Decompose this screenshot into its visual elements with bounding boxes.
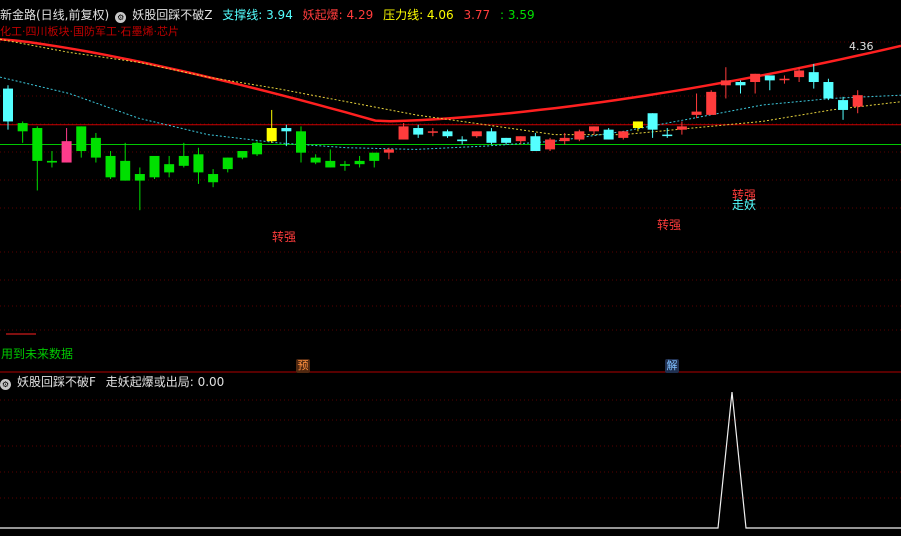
indicator-name: 妖股回踩不破Z [132,8,213,22]
candle-body [339,164,350,166]
pressure-value: 压力线: 4.06 [383,8,454,22]
candle-body [838,100,849,110]
candle-body [603,129,614,140]
level-lines [0,124,901,335]
candle-body [76,126,87,152]
candle-body [632,121,643,129]
chart-canvas[interactable] [0,0,901,536]
candle-body [515,136,526,142]
candle-body [369,152,380,161]
high-price-label: 4.36 [849,40,874,53]
candle-body [149,155,160,178]
candle-body [427,131,438,133]
candle-body [383,149,394,153]
candle-body [134,174,145,181]
candle-body [310,157,321,163]
candle-body [794,70,805,78]
candle-body [559,137,570,142]
candle-body [193,154,204,173]
support-value: 支撑线: 3.94 [222,8,293,22]
candle-body [413,128,424,135]
candle-body [17,123,28,132]
candle-body [735,82,746,86]
candle-body [46,160,57,163]
value-a: 3.77 [463,8,491,22]
candle-body [354,160,365,165]
candle-body [750,73,761,83]
candle-body [471,131,482,137]
gear-icon[interactable]: ⚙ [0,379,11,390]
sub-indicator-name: 妖股回踩不破F [17,375,96,389]
candle-body [779,78,790,81]
candle-body [208,174,219,183]
candle-body [618,131,629,138]
candle-body [281,128,292,132]
candle-body [691,111,702,115]
candle-body [662,134,673,137]
sol-tag[interactable]: 解 [665,359,679,373]
candle-body [61,141,72,163]
candle-body [486,131,497,143]
candle-body [398,126,409,140]
candle-body [808,72,819,83]
candle-body [720,80,731,86]
candle-body [574,131,585,140]
candle-body [501,137,512,143]
candle-body [222,157,233,170]
candle-body [676,126,687,130]
candle-body [442,131,453,137]
go-demon-label: 走妖 [732,198,757,212]
turn-strong-label-1: 转强 [272,230,297,244]
ma-cyan-line [0,76,901,150]
pre-tag[interactable]: 预 [296,359,310,373]
candle-body [296,131,306,153]
signal-value: 走妖起爆或出局: 0.00 [105,375,225,389]
gear-icon[interactable]: ⚙ [115,12,127,23]
candle-body [545,139,556,150]
candle-body [589,126,599,132]
turn-strong-label-2: 转强 [657,218,682,232]
sub-header: ⚙ 妖股回踩不破F 走妖起爆或出局: 0.00 [0,373,230,391]
sector-tags: 化工·四川板块·国防军工·石墨烯·芯片 [0,23,185,41]
candle-body [266,128,277,142]
candle-body [457,139,468,142]
candle-body [325,160,336,168]
candle-body [120,160,131,181]
main-header: 新金路(日线,前复权) ⚙ 妖股回踩不破Z 支撑线: 3.94 妖起爆: 4.29 … [0,6,541,24]
signal-line [0,391,901,529]
candle-body [530,136,541,152]
grid-lines [0,41,901,499]
candle-body [706,91,717,115]
candle-body [32,128,43,161]
candle-body [764,75,775,81]
candle-body [90,137,101,158]
candle-body [237,151,248,158]
future-data-warning: 用到未来数据 [1,347,74,361]
candle-body [823,82,834,99]
candle-body [105,155,116,178]
ma-yellow-line [0,38,901,136]
stock-title: 新金路(日线,前复权) [0,8,110,22]
candle-body [3,88,13,122]
candle-body [164,164,175,173]
value-b: : 3.59 [500,8,535,22]
explode-value: 妖起爆: 4.29 [302,8,374,22]
sector-tags-text: 化工·四川板块·国防军工·石墨烯·芯片 [0,25,179,38]
candle-body [852,95,863,107]
sub-indicator-panel [0,391,901,529]
candle-body [178,155,189,166]
candle-body [252,142,263,155]
candle-body [647,113,658,130]
